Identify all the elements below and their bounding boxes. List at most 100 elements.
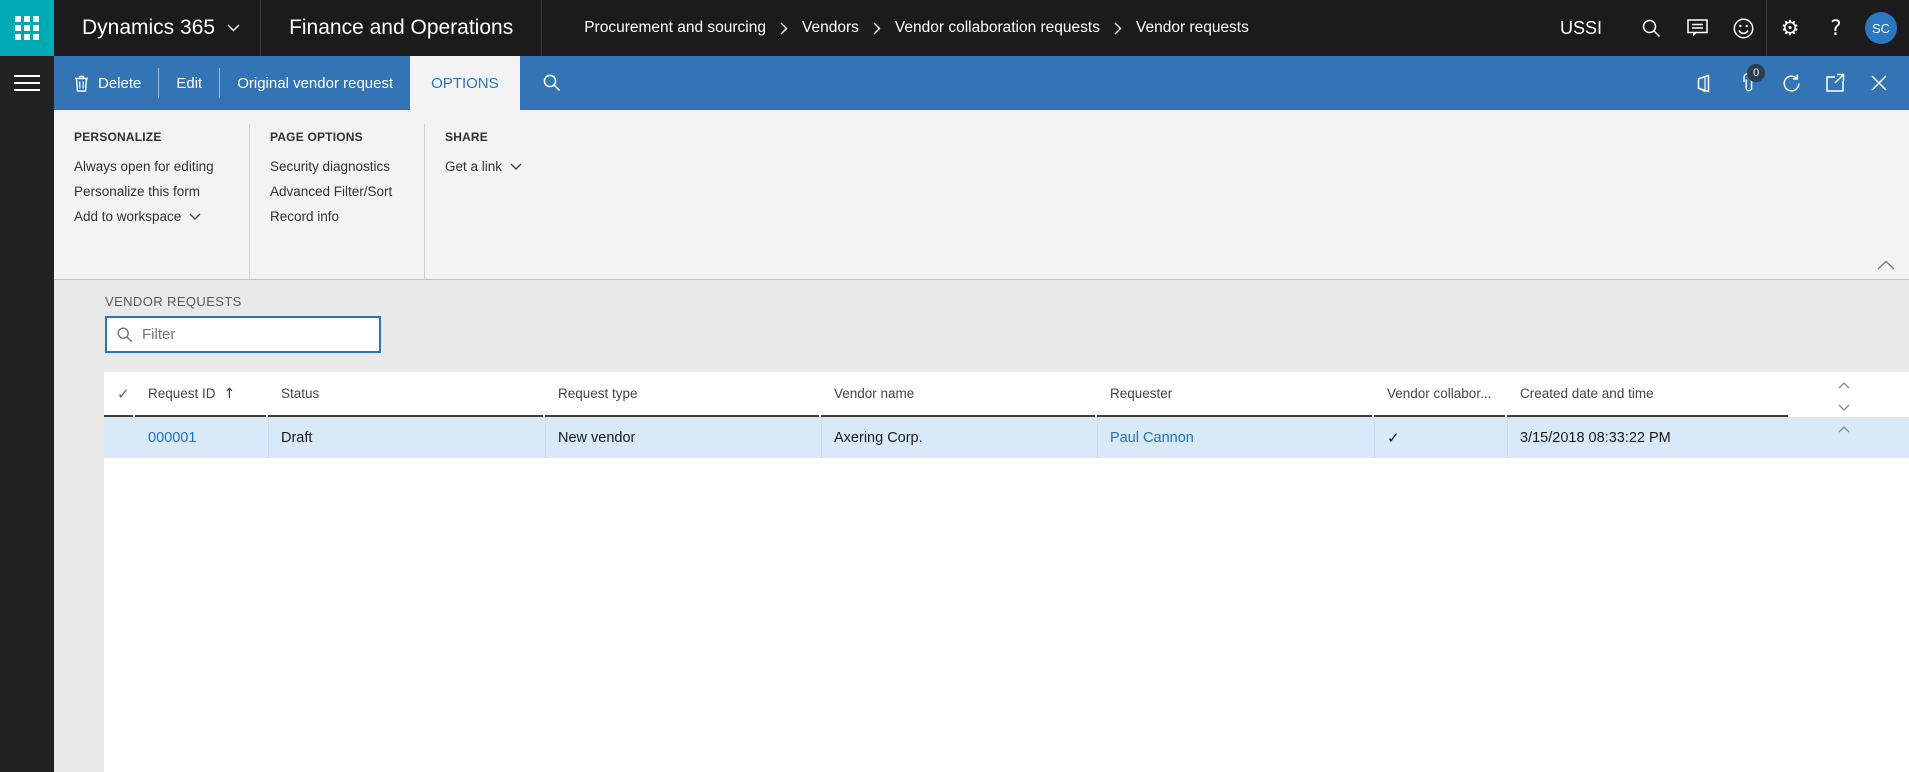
requester-cell: Paul Cannon [1097, 417, 1374, 458]
feedback-button[interactable] [1720, 0, 1766, 56]
chevron-right-icon [873, 22, 881, 34]
get-a-link-item[interactable]: Get a link [445, 155, 645, 178]
chevron-down-icon [189, 213, 201, 220]
search-icon [543, 74, 560, 92]
grid-scroll-controls [1834, 374, 1854, 440]
delete-button[interactable]: Delete [54, 56, 158, 110]
product-menu[interactable]: Dynamics 365 [54, 0, 260, 56]
sort-ascending-icon: ↑ [223, 385, 236, 402]
options-panel: PERSONALIZE Always open for editing Pers… [54, 110, 1909, 280]
chevron-right-icon [780, 22, 788, 34]
topbar-right-controls: USSI ⚙ ? SC [1560, 0, 1909, 56]
chevron-down-icon [227, 24, 240, 32]
vendor-collaboration-cell: ✓ [1374, 417, 1507, 458]
options-group-title: PAGE OPTIONS [270, 130, 363, 144]
breadcrumb-item[interactable]: Procurement and sourcing [584, 19, 766, 37]
item-label: Personalize this form [74, 184, 201, 199]
column-label: Status [281, 386, 320, 401]
filter-input[interactable] [142, 326, 369, 343]
options-group-page-options: PAGE OPTIONS Security diagnostics Advanc… [250, 124, 425, 279]
top-navigation-bar: Dynamics 365 Finance and Operations Proc… [0, 0, 1909, 56]
breadcrumb-item[interactable]: Vendors [802, 19, 859, 37]
vendor-collab-checkmark-icon: ✓ [1387, 428, 1400, 447]
request-id-cell: 000001 [135, 417, 268, 458]
open-in-new-window-button[interactable] [1813, 56, 1857, 110]
actionbar-search-button[interactable] [520, 56, 584, 110]
office-icon [1697, 73, 1709, 93]
topbar-divider [541, 0, 543, 56]
collapse-panel-button[interactable] [1877, 257, 1895, 275]
app-launcher-button[interactable] [0, 0, 54, 56]
tab-options[interactable]: OPTIONS [410, 56, 520, 110]
item-label: Get a link [445, 159, 503, 174]
nav-menu-button[interactable] [0, 56, 54, 110]
created-date-cell: 3/15/2018 08:33:22 PM [1507, 417, 1788, 458]
status-cell: Draft [268, 417, 545, 458]
item-label: Add to workspace [74, 209, 182, 224]
row-select-cell[interactable] [104, 417, 135, 458]
column-header-request-id[interactable]: Request ID ↑ [135, 372, 266, 417]
trash-icon [75, 75, 88, 92]
filter-box [105, 316, 381, 353]
options-group-personalize: PERSONALIZE Always open for editing Pers… [54, 124, 250, 279]
item-label: Security diagnostics [270, 159, 391, 174]
add-to-workspace-item[interactable]: Add to workspace [74, 205, 249, 228]
office-button[interactable] [1681, 56, 1725, 110]
always-open-for-editing-item[interactable]: Always open for editing [74, 155, 249, 178]
scroll-top-button[interactable] [1834, 418, 1854, 440]
close-button[interactable] [1857, 56, 1901, 110]
product-name: Dynamics 365 [82, 16, 216, 39]
help-button[interactable]: ? [1813, 0, 1859, 56]
attachments-button[interactable]: 0 [1725, 56, 1769, 110]
table-row[interactable]: 000001 Draft New vendor Axering Corp. Pa… [104, 417, 1909, 458]
options-tab-label: OPTIONS [431, 74, 499, 92]
breadcrumb-item[interactable]: Vendor collaboration requests [895, 19, 1100, 37]
personalize-this-form-item[interactable]: Personalize this form [74, 180, 249, 203]
edit-button[interactable]: Edit [159, 56, 219, 110]
actionbar-right-icons: 0 [1681, 56, 1909, 110]
options-group-title: SHARE [445, 130, 489, 144]
company-selector[interactable]: USSI [1560, 18, 1602, 39]
search-button[interactable] [1628, 0, 1674, 56]
request-id-link[interactable]: 000001 [148, 430, 196, 446]
requester-link[interactable]: Paul Cannon [1110, 430, 1194, 446]
messages-button[interactable] [1674, 0, 1720, 56]
column-header-vendor-name[interactable]: Vendor name [821, 372, 1095, 417]
refresh-icon [1782, 74, 1800, 92]
request-type-cell: New vendor [545, 417, 821, 458]
column-header-requester[interactable]: Requester [1097, 372, 1372, 417]
item-label: Advanced Filter/Sort [270, 184, 393, 199]
settings-button[interactable]: ⚙ [1767, 0, 1813, 56]
column-label: Request type [558, 386, 638, 401]
options-group-title: PERSONALIZE [74, 130, 162, 144]
chevron-up-icon [1877, 260, 1895, 270]
vendor-name-cell: Axering Corp. [821, 417, 1097, 458]
close-icon [1871, 75, 1887, 91]
advanced-filter-sort-item[interactable]: Advanced Filter/Sort [270, 180, 424, 203]
action-bar: Delete Edit Original vendor request OPTI… [54, 56, 1909, 110]
select-all-header[interactable]: ✓ [104, 372, 133, 417]
avatar[interactable]: SC [1865, 12, 1897, 44]
page-title: VENDOR REQUESTS [105, 294, 242, 309]
security-diagnostics-item[interactable]: Security diagnostics [270, 155, 424, 178]
column-label: Vendor name [834, 386, 915, 401]
scroll-up-button[interactable] [1834, 374, 1854, 396]
waffle-icon [15, 16, 39, 40]
item-label: Record info [270, 209, 340, 224]
module-name[interactable]: Finance and Operations [261, 0, 541, 56]
search-icon [1642, 19, 1660, 37]
breadcrumb-item-current[interactable]: Vendor requests [1136, 19, 1249, 37]
breadcrumb: Procurement and sourcing Vendors Vendor … [584, 19, 1249, 37]
scroll-down-button[interactable] [1834, 396, 1854, 418]
delete-button-label: Delete [98, 74, 142, 92]
column-header-created-date[interactable]: Created date and time [1507, 372, 1788, 417]
record-info-item[interactable]: Record info [270, 205, 424, 228]
page-content: VENDOR REQUESTS ✓ Request ID ↑ Status Re… [54, 280, 1909, 772]
refresh-button[interactable] [1769, 56, 1813, 110]
column-label: Vendor collabor... [1387, 386, 1492, 401]
select-all-check-icon: ✓ [117, 384, 130, 403]
column-header-status[interactable]: Status [268, 372, 543, 417]
original-vendor-request-button[interactable]: Original vendor request [220, 56, 410, 110]
column-header-request-type[interactable]: Request type [545, 372, 819, 417]
column-header-vendor-collaboration[interactable]: Vendor collabor... [1374, 372, 1505, 417]
